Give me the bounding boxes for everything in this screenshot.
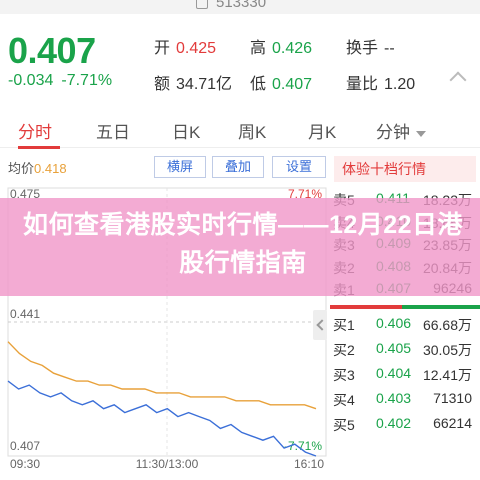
buy-ratio-fill <box>330 304 402 309</box>
bid-row: 买1 0.406 66.68万 <box>330 315 480 337</box>
y-tick-label: 0.441 <box>10 307 40 321</box>
x-tick-label: 11:30/13:00 <box>136 457 199 468</box>
period-tabs: 分时 五日 日K 周K 月K 分钟 <box>0 108 480 149</box>
change-percent: -7.71% <box>61 72 113 89</box>
amount-stat: 额 34.71亿 <box>154 70 232 94</box>
bid-label: 买5 <box>333 416 355 433</box>
settings-button[interactable]: 设置 <box>272 156 326 178</box>
last-price: 0.407 <box>8 30 96 71</box>
avg-price-line <box>7 341 317 410</box>
bid-volume: 66214 <box>433 414 472 431</box>
chevron-up-icon[interactable] <box>449 71 467 89</box>
high-value: 0.426 <box>272 40 313 57</box>
high-label: 高 <box>250 40 267 57</box>
bid-label: 买1 <box>333 316 355 333</box>
bid-row: 买2 0.405 30.05万 <box>330 340 480 362</box>
bid-label: 买4 <box>333 391 355 408</box>
bid-price: 0.402 <box>376 414 412 431</box>
tab-five-day[interactable]: 五日 <box>96 118 130 143</box>
turnover-value: -- <box>384 40 395 57</box>
chevron-down-icon <box>416 130 426 137</box>
code-icon <box>196 0 208 10</box>
bid-volume: 12.41万 <box>422 366 472 383</box>
volume-ratio-label: 量比 <box>346 76 379 93</box>
bid-label: 买2 <box>333 341 355 358</box>
collapse-arrow-icon[interactable] <box>313 310 327 340</box>
open-label: 开 <box>154 40 171 57</box>
tab-intraday[interactable]: 分时 <box>18 118 52 143</box>
bid-row: 买5 0.402 66214 <box>330 415 480 437</box>
banner-title: 如何查看港股实时行情——12月22日港股行情指南 <box>22 211 464 277</box>
bid-price: 0.406 <box>376 314 412 331</box>
low-stat: 低 0.407 <box>250 70 312 94</box>
volume-ratio-value: 1.20 <box>384 76 416 93</box>
x-tick-label: 09:30 <box>10 457 40 468</box>
avg-value: 0.418 <box>34 161 67 176</box>
tab-minute-label: 分钟 <box>376 123 410 142</box>
bid-price: 0.404 <box>376 364 412 381</box>
title-banner: 如何查看港股实时行情——12月22日港股行情指南 <box>0 198 480 296</box>
turnover-label: 换手 <box>346 40 379 57</box>
bid-price: 0.405 <box>376 339 412 356</box>
volume-ratio-stat: 量比 1.20 <box>346 70 415 94</box>
bid-row: 买4 0.403 71310 <box>330 390 480 412</box>
overlay-button[interactable]: 叠加 <box>212 156 264 178</box>
bid-row: 买3 0.404 12.41万 <box>330 365 480 387</box>
low-label: 低 <box>250 76 267 93</box>
tab-weekly-k[interactable]: 周K <box>238 118 266 143</box>
amount-label: 额 <box>154 76 171 93</box>
bid-label: 买3 <box>333 366 355 383</box>
bid-volume: 30.05万 <box>422 341 472 358</box>
amount-value: 34.71亿 <box>176 76 233 93</box>
bid-volume: 66.68万 <box>422 316 472 333</box>
low-value: 0.407 <box>272 76 313 93</box>
avg-price: 均价0.418 <box>8 158 67 177</box>
sell-ratio-fill <box>402 304 480 309</box>
open-value: 0.425 <box>176 40 217 57</box>
active-tab-indicator <box>18 146 60 149</box>
tab-monthly-k[interactable]: 月K <box>308 118 336 143</box>
turnover-stat: 换手 -- <box>346 34 395 58</box>
stock-code: 513330 <box>196 0 266 11</box>
landscape-button[interactable]: 横屏 <box>154 156 206 178</box>
bid-volume: 71310 <box>433 389 472 406</box>
change-value: -0.034 <box>8 72 54 89</box>
buy-sell-ratio-bar <box>330 304 480 309</box>
x-tick-label: 16:10 <box>294 457 324 468</box>
y-tick-label: 0.407 <box>10 439 40 453</box>
stock-code-text: 513330 <box>216 0 267 11</box>
avg-label: 均价 <box>8 161 35 176</box>
bid-price: 0.403 <box>376 389 412 406</box>
open-stat: 开 0.425 <box>154 34 216 58</box>
price-change: -0.034 -7.71% <box>8 72 112 90</box>
chart-header: 均价0.418 横屏 叠加 设置 <box>0 156 330 180</box>
high-stat: 高 0.426 <box>250 34 312 58</box>
tab-minute[interactable]: 分钟 <box>376 118 426 143</box>
order-book-title[interactable]: 体验十档行情 <box>334 156 476 182</box>
tab-daily-k[interactable]: 日K <box>172 118 200 143</box>
quote-summary: 0.407 -0.034 -7.71% 开 0.425 高 0.426 换手 -- 额3… <box>0 22 480 104</box>
top-bar: 513330 <box>0 0 480 14</box>
